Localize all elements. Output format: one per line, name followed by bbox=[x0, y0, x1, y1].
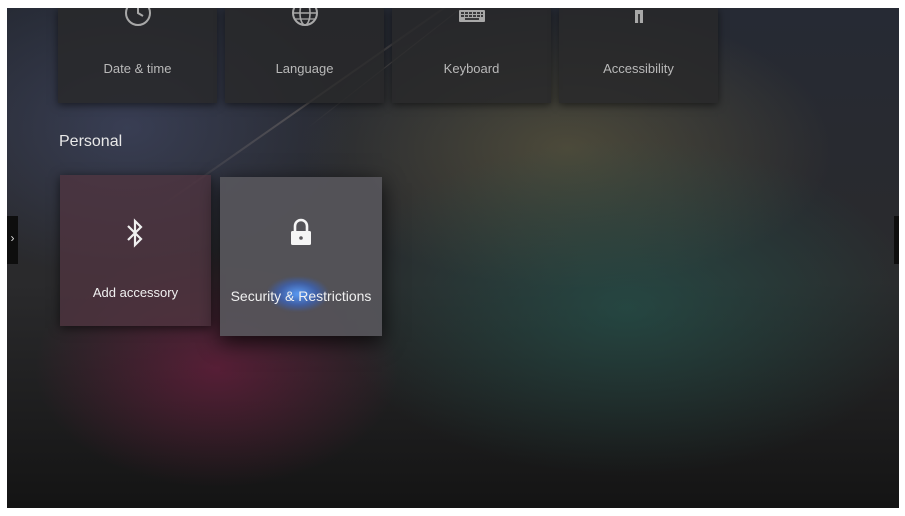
bluetooth-icon bbox=[124, 217, 146, 252]
tile-security-restrictions[interactable]: Security & Restrictions bbox=[220, 177, 382, 336]
section-title-personal: Personal bbox=[59, 133, 123, 150]
tile-keyboard[interactable]: Keyboard bbox=[392, 8, 551, 103]
tile-security-restrictions-label: Security & Restrictions bbox=[230, 288, 372, 304]
globe-icon bbox=[290, 8, 320, 31]
tile-keyboard-label: Keyboard bbox=[443, 61, 500, 76]
clock-icon bbox=[123, 8, 153, 31]
tile-accessibility[interactable]: Accessibility bbox=[559, 8, 718, 103]
tile-date-time-label: Date & time bbox=[103, 61, 172, 76]
scroll-left-handle[interactable]: › bbox=[7, 216, 18, 264]
scroll-right-handle[interactable] bbox=[894, 216, 899, 264]
tile-add-accessory-label: Add accessory bbox=[92, 285, 179, 300]
keyboard-icon bbox=[456, 8, 488, 31]
tile-date-time[interactable]: Date & time bbox=[58, 8, 217, 103]
tile-language[interactable]: Language bbox=[225, 8, 384, 103]
tv-settings-screen: Date & time Language Keyboard Accessibil… bbox=[7, 8, 899, 508]
tile-language-label: Language bbox=[275, 61, 334, 76]
tile-add-accessory[interactable]: Add accessory bbox=[60, 175, 211, 326]
accessibility-icon bbox=[629, 8, 649, 31]
chevron-right-icon: › bbox=[10, 231, 15, 245]
lock-icon bbox=[288, 217, 314, 252]
tile-accessibility-label: Accessibility bbox=[603, 61, 674, 76]
